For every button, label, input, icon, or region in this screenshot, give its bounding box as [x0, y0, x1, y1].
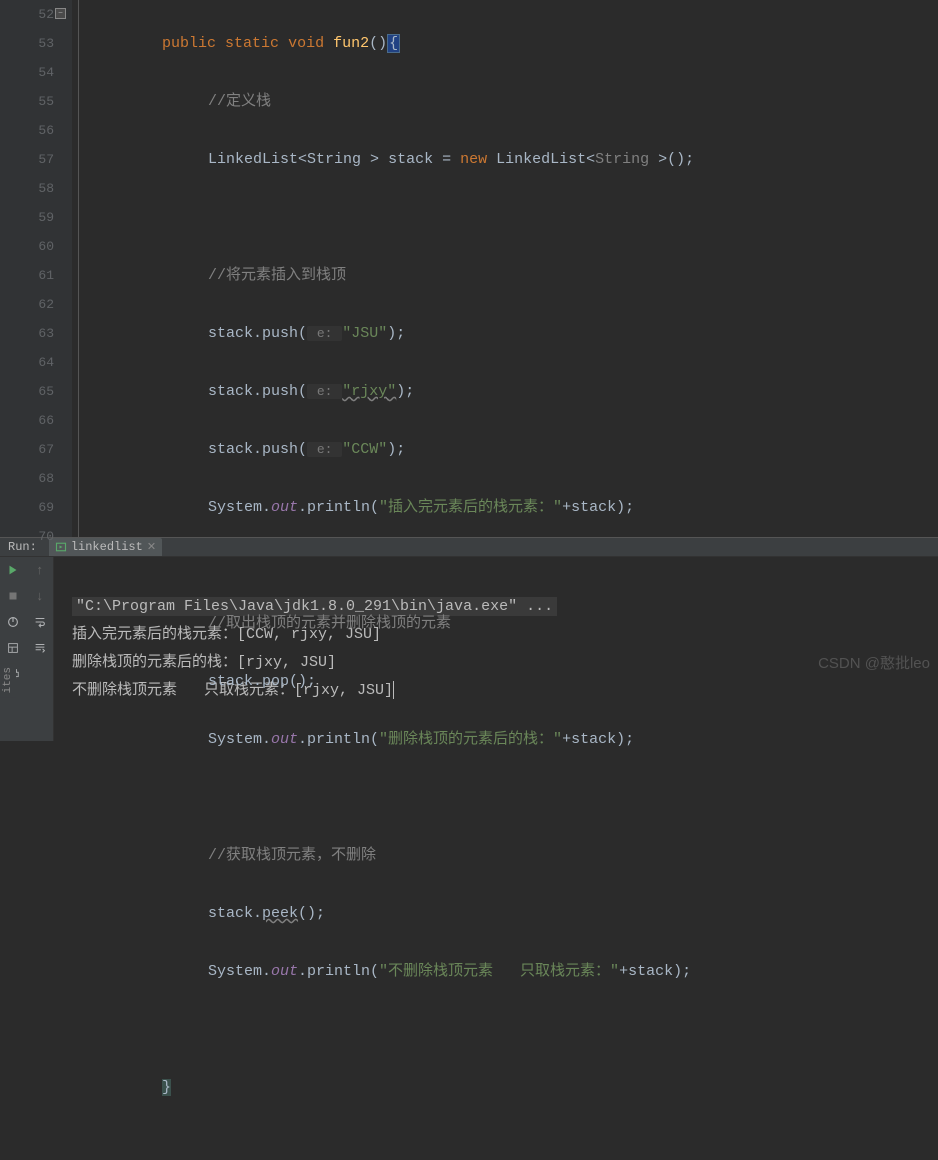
- sidebar-tab[interactable]: ites: [0, 663, 16, 697]
- line-number: 56: [0, 116, 54, 145]
- param-hint: e:: [307, 326, 342, 341]
- line-number: 66: [0, 406, 54, 435]
- line-number: 54: [0, 58, 54, 87]
- line-number: 64: [0, 348, 54, 377]
- code-content[interactable]: public static void fun2(){ //定义栈 LinkedL…: [72, 0, 938, 537]
- scroll-to-end-button[interactable]: [27, 635, 54, 661]
- up-button[interactable]: ↑: [27, 557, 54, 583]
- line-number: 68: [0, 464, 54, 493]
- trash-button[interactable]: [27, 661, 54, 687]
- rerun-button[interactable]: [0, 557, 27, 583]
- layout-button[interactable]: [0, 635, 27, 661]
- code-editor[interactable]: 52− 53 54 55 56 57 58 59 60 61 62 63 64 …: [0, 0, 938, 537]
- line-number: 67: [0, 435, 54, 464]
- line-number: 69: [0, 493, 54, 522]
- line-number: 61: [0, 261, 54, 290]
- exit-button[interactable]: [0, 609, 27, 635]
- run-toolbar: ↑ ↓: [0, 557, 54, 741]
- down-button[interactable]: ↓: [27, 583, 54, 609]
- line-number: 63: [0, 319, 54, 348]
- param-hint: e:: [307, 442, 342, 457]
- fold-icon[interactable]: −: [55, 8, 66, 19]
- line-number: 58: [0, 174, 54, 203]
- line-number: 57: [0, 145, 54, 174]
- line-number: 53: [0, 29, 54, 58]
- line-number: 59: [0, 203, 54, 232]
- line-number: 65: [0, 377, 54, 406]
- line-number: 70: [0, 522, 54, 551]
- line-number: 60: [0, 232, 54, 261]
- watermark: CSDN @憨批leo: [818, 652, 930, 673]
- stop-button[interactable]: [0, 583, 27, 609]
- line-number: 55: [0, 87, 54, 116]
- cursor: {: [387, 34, 400, 53]
- line-gutter: 52− 53 54 55 56 57 58 59 60 61 62 63 64 …: [0, 0, 72, 537]
- param-hint: e:: [307, 384, 342, 399]
- line-number: 62: [0, 290, 54, 319]
- soft-wrap-button[interactable]: [27, 609, 54, 635]
- line-number: 52−: [0, 0, 54, 29]
- run-config-icon: [55, 541, 67, 553]
